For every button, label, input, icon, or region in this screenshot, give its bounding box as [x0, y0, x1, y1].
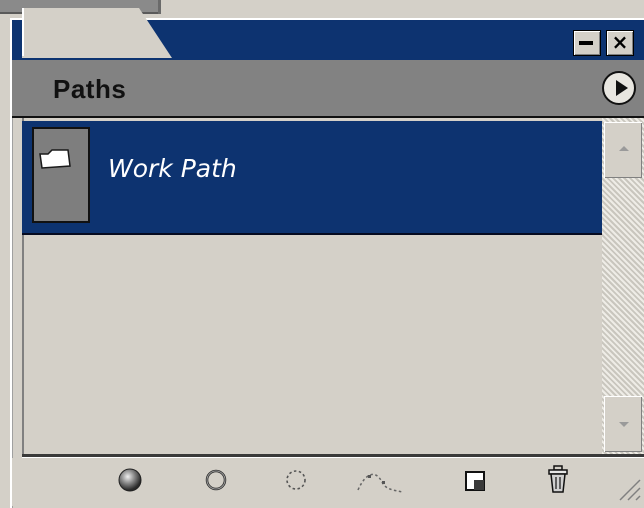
make-work-path-button[interactable]: [352, 462, 408, 498]
scroll-down-button[interactable]: [604, 396, 642, 452]
scroll-up-button[interactable]: [604, 122, 642, 178]
fill-path-icon: [118, 468, 142, 492]
outer-frame-divider: [158, 0, 161, 14]
make-work-path-icon: [357, 473, 403, 493]
delete-path-icon: [548, 465, 568, 493]
stroke-path-icon: [205, 469, 227, 491]
create-new-path-icon: [465, 471, 485, 491]
load-path-as-selection-icon: [286, 470, 306, 490]
close-button[interactable]: ×: [606, 30, 634, 56]
delete-path-button[interactable]: [540, 462, 576, 498]
stroke-path-button[interactable]: [198, 462, 234, 498]
tab-paths-label: Paths: [53, 74, 127, 104]
tab-highlight: [22, 8, 24, 56]
panel-menu-icon[interactable]: [602, 71, 636, 105]
load-selection-button[interactable]: [278, 462, 314, 498]
resize-grip-icon[interactable]: [614, 474, 642, 502]
path-thumbnail[interactable]: [32, 127, 90, 223]
path-name-label: Work Path: [108, 154, 237, 183]
fill-path-button[interactable]: [112, 462, 148, 498]
minimize-button[interactable]: [573, 30, 601, 56]
path-thumbnail-icon: [39, 149, 71, 169]
create-new-path-button[interactable]: [458, 462, 494, 498]
